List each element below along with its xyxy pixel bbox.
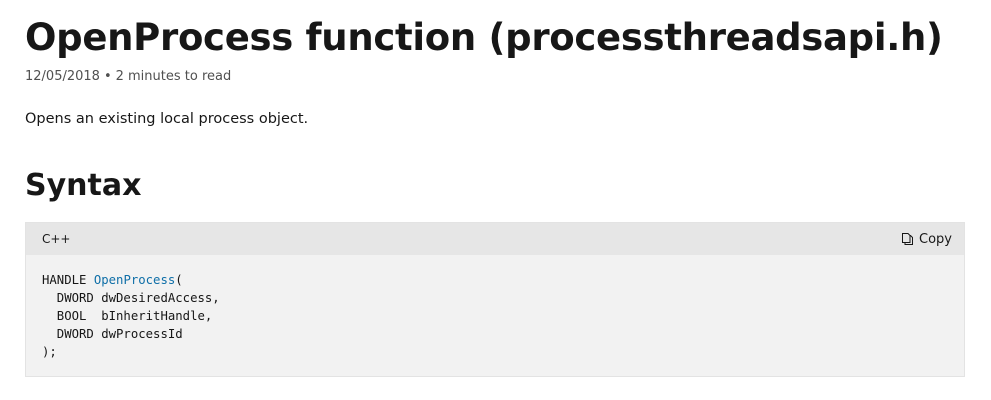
- code-block: C++ Copy HANDLE OpenProcess( DWORD dwDes…: [25, 222, 965, 377]
- copy-label: Copy: [919, 231, 952, 247]
- article-summary: Opens an existing local process object.: [25, 111, 309, 127]
- code-line-5: );: [42, 345, 57, 359]
- code-header: C++ Copy: [26, 223, 964, 255]
- copy-icon: [902, 233, 914, 245]
- function-name: OpenProcess: [93, 273, 176, 287]
- open-paren: (: [175, 273, 183, 287]
- return-type: HANDLE: [42, 273, 94, 287]
- code-language-label: C++: [42, 232, 71, 246]
- meta-separator: •: [103, 69, 112, 84]
- code-line-3: BOOL bInheritHandle,: [42, 309, 213, 323]
- article-date: 12/05/2018: [25, 69, 100, 84]
- syntax-heading: Syntax: [25, 168, 142, 203]
- code-line-2: DWORD dwDesiredAccess,: [42, 291, 220, 305]
- code-line-4: DWORD dwProcessId: [42, 327, 183, 341]
- article-metadata: 12/05/2018 • 2 minutes to read: [25, 68, 231, 86]
- read-time: 2 minutes to read: [115, 69, 232, 84]
- copy-button[interactable]: Copy: [899, 229, 954, 249]
- code-line-1: HANDLE OpenProcess(: [42, 273, 183, 287]
- code-content: HANDLE OpenProcess( DWORD dwDesiredAcces…: [26, 255, 964, 361]
- page-title: OpenProcess function (processthreadsapi.…: [25, 16, 943, 59]
